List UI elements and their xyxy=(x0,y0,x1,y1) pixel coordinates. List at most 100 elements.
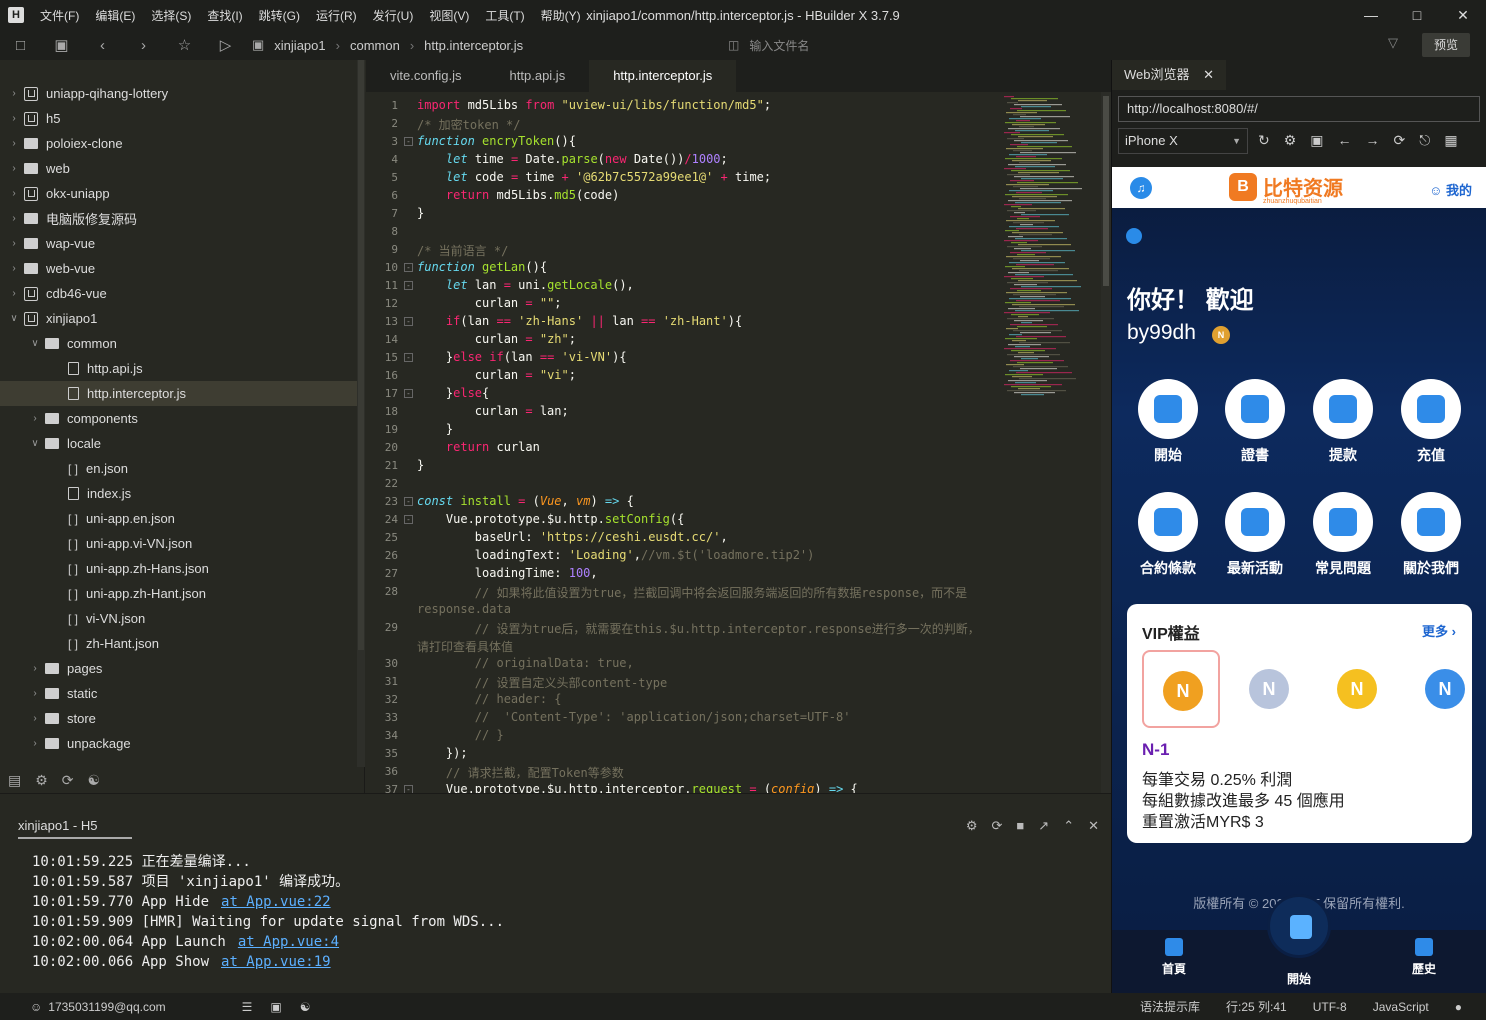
encoding-label[interactable]: UTF-8 xyxy=(1313,1000,1347,1014)
device-select[interactable]: iPhone X ▼ xyxy=(1118,128,1248,154)
fold-toggle-icon[interactable]: - xyxy=(404,785,413,793)
menu-item[interactable]: 发行(U) xyxy=(365,7,422,24)
tree-item[interactable]: [ ] uni-app.zh-Hans.json xyxy=(0,556,357,581)
minimize-button[interactable]: — xyxy=(1348,0,1394,30)
editor-tab[interactable]: http.interceptor.js xyxy=(589,60,737,92)
terminal-icon[interactable]: ▣ xyxy=(270,1000,281,1014)
breadcrumb-item[interactable]: http.interceptor.js xyxy=(424,38,523,53)
open-external-icon[interactable]: ↗ xyxy=(1038,818,1049,834)
maximize-button[interactable]: □ xyxy=(1394,0,1440,30)
vip-medal-n2[interactable]: N xyxy=(1230,650,1308,728)
syntax-hint-label[interactable]: 语法提示库 xyxy=(1140,998,1200,1015)
tree-item[interactable]: › wap-vue xyxy=(0,231,357,256)
tree-item[interactable]: http.api.js xyxy=(0,356,357,381)
clear-icon[interactable]: ✕ xyxy=(1088,818,1099,834)
tree-item[interactable]: › 电脑版修复源码 xyxy=(0,206,357,231)
list-icon[interactable]: ☰ xyxy=(242,1000,253,1014)
save-icon[interactable]: ▣ xyxy=(41,36,82,54)
breadcrumb-item[interactable]: common xyxy=(350,38,400,53)
user-account[interactable]: 1735031199@qq.com xyxy=(48,1000,165,1014)
settings-icon[interactable]: ⚙ xyxy=(1284,132,1297,149)
tab-home[interactable]: 首頁 xyxy=(1144,938,1204,977)
fold-toggle-icon[interactable]: - xyxy=(404,515,413,524)
feature-grid-item[interactable]: 關於我們 xyxy=(1394,492,1468,578)
back-icon[interactable]: ← xyxy=(1338,132,1352,149)
tree-item[interactable]: [ ] uni-app.zh-Hant.json xyxy=(0,581,357,606)
forward-icon[interactable]: › xyxy=(123,37,164,54)
fold-toggle-icon[interactable]: - xyxy=(404,389,413,398)
close-button[interactable]: ✕ xyxy=(1440,0,1486,30)
restart-icon[interactable]: ⟳ xyxy=(992,818,1003,834)
notification-icon[interactable]: ● xyxy=(1455,1000,1462,1014)
fold-toggle-icon[interactable]: - xyxy=(404,137,413,146)
close-tab-icon[interactable]: ✕ xyxy=(1203,67,1214,82)
fold-toggle-icon[interactable]: - xyxy=(404,317,413,326)
editor-tab[interactable]: http.api.js xyxy=(486,60,590,92)
tree-item[interactable]: [ ] uni-app.vi-VN.json xyxy=(0,531,357,556)
editor-tab[interactable]: vite.config.js xyxy=(366,60,486,92)
debug-icon[interactable]: ⚙ xyxy=(35,772,48,789)
tree-item[interactable]: › web xyxy=(0,156,357,181)
bell-icon[interactable]: ♫ xyxy=(1130,177,1152,199)
tree-item[interactable]: index.js xyxy=(0,481,357,506)
fold-toggle-icon[interactable]: - xyxy=(404,353,413,362)
feature-grid-item[interactable]: 最新活動 xyxy=(1218,492,1292,578)
menu-item[interactable]: 跳转(G) xyxy=(251,7,308,24)
qrcode-icon[interactable]: ▦ xyxy=(1444,132,1457,149)
feature-grid-item[interactable]: 開始 xyxy=(1131,379,1205,465)
feature-grid-item[interactable]: 充值 xyxy=(1394,379,1468,465)
tree-item[interactable]: › static xyxy=(0,681,357,706)
feature-grid-item[interactable]: 證書 xyxy=(1218,379,1292,465)
notice-bell-icon[interactable] xyxy=(1126,228,1142,244)
tree-item[interactable]: › web-vue xyxy=(0,256,357,281)
tree-item[interactable]: › h5 xyxy=(0,106,357,131)
menu-item[interactable]: 视图(V) xyxy=(421,7,477,24)
mine-link[interactable]: ☺ 我的 xyxy=(1429,180,1472,199)
tree-item[interactable]: [ ] en.json xyxy=(0,456,357,481)
tree-item[interactable]: › okx-uniapp xyxy=(0,181,357,206)
file-search-input[interactable]: ◫ 输入文件名 xyxy=(728,34,1368,56)
new-file-icon[interactable]: □ xyxy=(0,37,41,54)
tree-item[interactable]: [ ] zh-Hant.json xyxy=(0,631,357,656)
vip-more-link[interactable]: 更多 › xyxy=(1422,621,1456,640)
console-tab[interactable]: xinjiapo1 - H5 xyxy=(18,818,132,839)
menu-item[interactable]: 工具(T) xyxy=(477,7,532,24)
user-icon[interactable]: ☺ xyxy=(30,1000,42,1014)
tab-history[interactable]: 歷史 xyxy=(1394,938,1454,977)
feature-grid-item[interactable]: 提款 xyxy=(1306,379,1380,465)
editor-scrollbar[interactable] xyxy=(1101,92,1111,793)
preview-button[interactable]: 预览 xyxy=(1422,33,1470,57)
console-source-link[interactable]: at App.vue:22 xyxy=(221,894,331,910)
fold-toggle-icon[interactable]: - xyxy=(404,281,413,290)
tree-item[interactable]: http.interceptor.js xyxy=(0,381,357,406)
tree-item[interactable]: ∨ locale xyxy=(0,431,357,456)
back-icon[interactable]: ‹ xyxy=(82,37,123,54)
tree-item[interactable]: › pages xyxy=(0,656,357,681)
language-label[interactable]: JavaScript xyxy=(1373,1000,1429,1014)
browser-tab[interactable]: Web浏览器 ✕ xyxy=(1112,60,1227,90)
url-input[interactable]: http://localhost:8080/#/ xyxy=(1118,96,1480,122)
bug-icon[interactable]: ⚙ xyxy=(966,818,978,834)
stop-icon[interactable]: ■ xyxy=(1016,818,1024,834)
fold-toggle-icon[interactable]: - xyxy=(404,497,413,506)
tree-item[interactable]: ∨ xinjiapo1 xyxy=(0,306,357,331)
minimap[interactable] xyxy=(1000,96,1100,406)
tree-item[interactable]: › components xyxy=(0,406,357,431)
rotate-icon[interactable]: ↻ xyxy=(1258,132,1270,149)
web-icon[interactable]: ☯ xyxy=(300,1000,311,1014)
cursor-position[interactable]: 行:25 列:41 xyxy=(1226,998,1287,1015)
tab-start[interactable]: 開始 xyxy=(1269,970,1329,987)
menu-item[interactable]: 帮助(Y) xyxy=(533,7,589,24)
filter-icon[interactable]: ▽ xyxy=(1388,35,1398,51)
lock-icon[interactable]: ⎋ xyxy=(1419,132,1430,149)
feature-grid-item[interactable]: 常見問題 xyxy=(1306,492,1380,578)
tree-item[interactable]: › poloiex-clone xyxy=(0,131,357,156)
devtools-icon[interactable]: ▣ xyxy=(1310,132,1323,149)
breadcrumb-item[interactable]: xinjiapo1 xyxy=(274,38,325,53)
tree-item[interactable]: › cdb46-vue xyxy=(0,281,357,306)
vip-medal-n1[interactable]: N xyxy=(1142,650,1220,728)
run-icon[interactable]: ▷ xyxy=(205,36,246,54)
tree-item[interactable]: [ ] uni-app.en.json xyxy=(0,506,357,531)
forward-icon[interactable]: → xyxy=(1366,132,1380,149)
fold-toggle-icon[interactable]: - xyxy=(404,263,413,272)
